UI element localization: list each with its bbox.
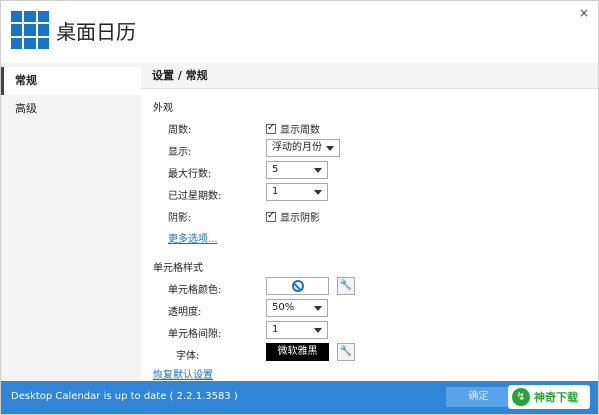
max-rows-select[interactable]: 5 [266, 161, 328, 179]
close-icon[interactable]: × [578, 7, 590, 19]
cell-spacing-select[interactable]: 1 [266, 321, 328, 339]
font-label: 字体: [176, 351, 200, 362]
cell-spacing-value: 1 [272, 324, 279, 335]
chevron-down-icon [314, 190, 322, 195]
cell-color-picker[interactable] [266, 277, 329, 295]
chevron-down-icon [314, 328, 322, 333]
no-color-icon [292, 280, 304, 292]
settings-panel: 设置 / 常规 外观 周数: 显示周数 显示: 浮动的月份 最大行数: 5 已过… [141, 63, 598, 381]
max-rows-label: 最大行数: [168, 169, 212, 180]
transparency-value: 50% [272, 302, 295, 313]
cell-style-section-label: 单元格样式 [153, 263, 203, 274]
app-title: 桌面日历 [56, 20, 136, 44]
wrench-icon[interactable]: 🔧 [337, 343, 355, 361]
app-window: 桌面日历 × 常规 高级 设置 / 常规 外观 周数: 显示周数 显示: 浮动的… [0, 0, 599, 415]
show-week-number-checkbox[interactable]: 显示周数 [266, 121, 320, 136]
display-label: 显示: [168, 147, 192, 158]
sidebar-item-advanced[interactable]: 高级 [1, 95, 141, 123]
status-text: Desktop Calendar is up to date ( 2.2.1.3… [11, 391, 238, 402]
lightning-icon: ↯ [512, 388, 530, 406]
show-shadow-label: 显示阴影 [280, 213, 320, 224]
chevron-down-icon [326, 146, 334, 151]
app-logo-icon [11, 11, 49, 49]
display-select[interactable]: 浮动的月份 [266, 139, 340, 157]
transparency-label: 透明度: [168, 307, 202, 318]
show-shadow-checkbox[interactable]: 显示阴影 [266, 209, 320, 224]
status-bar: Desktop Calendar is up to date ( 2.2.1.3… [1, 381, 598, 414]
restore-defaults-link[interactable]: 恢复默认设置 [153, 366, 213, 381]
shadow-label: 阴影: [168, 213, 192, 224]
past-weeks-value: 1 [272, 186, 279, 197]
display-select-value: 浮动的月份 [272, 142, 322, 153]
app-header: 桌面日历 × [1, 1, 598, 61]
week-number-label: 周数: [168, 125, 192, 136]
cell-color-label: 单元格颜色: [168, 285, 222, 296]
sidebar-item-general[interactable]: 常规 [1, 67, 141, 95]
sidebar: 常规 高级 [1, 63, 141, 381]
cell-spacing-label: 单元格间隙: [168, 329, 222, 340]
chevron-down-icon [314, 306, 322, 311]
max-rows-value: 5 [272, 164, 279, 175]
appearance-section-label: 外观 [153, 103, 173, 114]
watermark-logo: ↯ 神奇下载 [508, 385, 590, 409]
page-title: 设置 / 常规 [141, 63, 598, 89]
past-weeks-select[interactable]: 1 [266, 183, 328, 201]
wrench-icon[interactable]: 🔧 [337, 277, 355, 295]
checkbox-checked-icon[interactable] [266, 122, 276, 134]
past-weeks-label: 已过星期数: [168, 191, 222, 202]
more-options-link[interactable]: 更多选项... [168, 230, 218, 245]
chevron-down-icon [314, 168, 322, 173]
show-week-number-label: 显示周数 [280, 125, 320, 136]
transparency-select[interactable]: 50% [266, 299, 328, 317]
watermark-text: 神奇下载 [534, 391, 578, 404]
ok-button[interactable]: 确定 [446, 387, 511, 407]
font-preview-button[interactable]: 微软雅黑 [266, 343, 329, 361]
checkbox-checked-icon[interactable] [266, 210, 276, 222]
